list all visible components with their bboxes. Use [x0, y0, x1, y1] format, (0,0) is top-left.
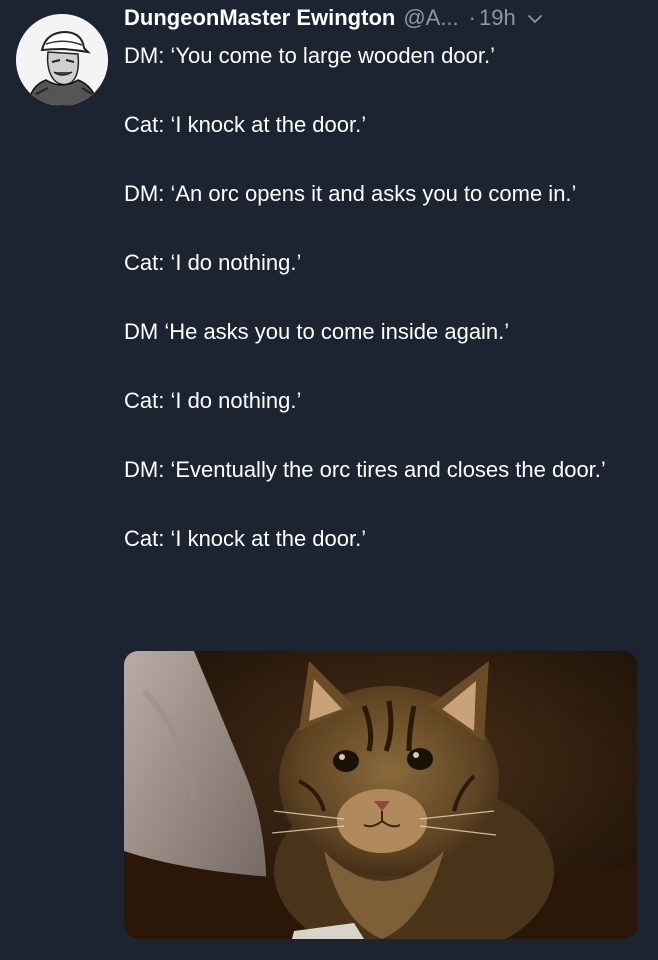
tweet-paragraph: DM: ‘You come to large wooden door.’: [124, 43, 495, 68]
tweet: DungeonMaster Ewington @A... · 19h DM: ‘…: [0, 0, 658, 960]
tweet-paragraph: DM: ‘An orc opens it and asks you to com…: [124, 181, 577, 206]
tweet-paragraph: DM: ‘Eventually the orc tires and closes…: [124, 457, 606, 482]
user-avatar[interactable]: [16, 14, 108, 106]
timestamp[interactable]: 19h: [479, 4, 516, 32]
tweet-paragraph: Cat: ‘I knock at the door.’: [124, 112, 367, 137]
tweet-paragraph: Cat: ‘I do nothing.’: [124, 250, 302, 275]
tweet-text: DM: ‘You come to large wooden door.’ Cat…: [124, 40, 634, 592]
tweet-media-photo[interactable]: [124, 651, 637, 939]
cat-photo: [124, 651, 637, 939]
tweet-header: DungeonMaster Ewington @A... · 19h: [124, 4, 654, 34]
tweet-paragraph: Cat: ‘I knock at the door.’: [124, 526, 367, 551]
tweet-paragraph: DM ‘He asks you to come inside again.’: [124, 319, 510, 344]
separator-dot: ·: [468, 5, 476, 30]
chevron-down-icon[interactable]: [526, 10, 544, 28]
user-handle[interactable]: @A...: [403, 4, 458, 32]
tweet-paragraph: Cat: ‘I do nothing.’: [124, 388, 302, 413]
display-name[interactable]: DungeonMaster Ewington: [124, 4, 395, 32]
